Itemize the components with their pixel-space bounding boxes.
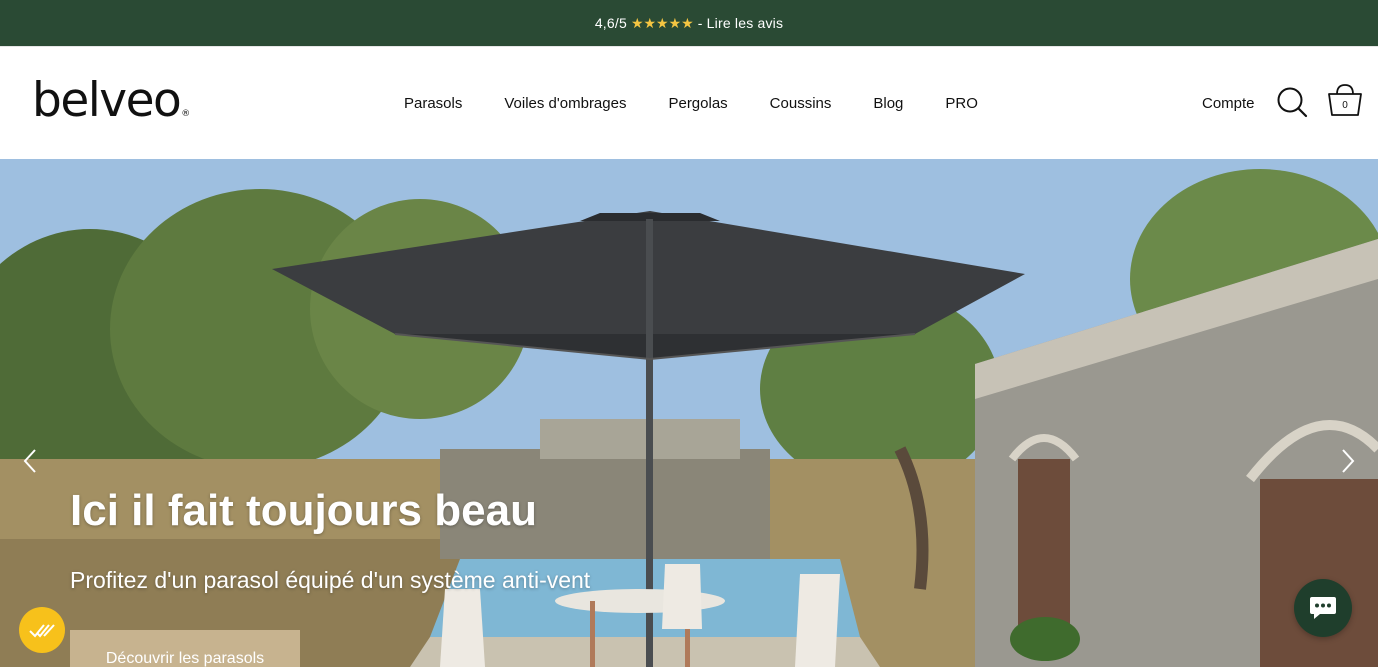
account-link[interactable]: Compte xyxy=(1202,95,1255,112)
cart-count: 0 xyxy=(1342,100,1348,111)
search-icon[interactable] xyxy=(1276,86,1308,118)
hero-subtitle: Profitez d'un parasol équipé d'un systèm… xyxy=(70,567,591,593)
hero-title: Ici il fait toujours beau xyxy=(70,486,537,535)
logo[interactable]: belveo® xyxy=(32,73,190,128)
announcement-bar[interactable]: 4,6/5 ★★★★★ - Lire les avis xyxy=(0,0,1378,46)
cart-button[interactable]: 0 xyxy=(1326,82,1364,118)
checkmarks-badge-icon xyxy=(29,624,55,638)
reviews-link[interactable]: - Lire les avis xyxy=(698,15,783,31)
rating-stars: ★★★★★ xyxy=(630,14,694,31)
chat-button[interactable] xyxy=(1294,579,1352,637)
hero-slider: Ici il fait toujours beau Profitez d'un … xyxy=(0,159,1378,667)
logo-text: belveo xyxy=(32,73,182,128)
logo-registered-mark: ® xyxy=(181,109,191,119)
accessibility-badge[interactable] xyxy=(19,607,65,653)
nav-item-coussins[interactable]: Coussins xyxy=(770,95,832,112)
chat-bubble-icon xyxy=(1310,597,1336,619)
nav-item-pro[interactable]: PRO xyxy=(945,95,978,112)
site-header: belveo® Parasols Voiles d'ombrages Pergo… xyxy=(0,46,1378,159)
discover-parasols-button[interactable]: Découvrir les parasols xyxy=(70,630,300,667)
chevron-right-icon[interactable] xyxy=(1338,447,1358,475)
rating-value: 4,6/5 xyxy=(594,15,627,31)
cart-icon: 0 xyxy=(1328,84,1362,116)
main-nav: Parasols Voiles d'ombrages Pergolas Cous… xyxy=(404,95,1020,112)
chevron-left-icon[interactable] xyxy=(20,447,40,475)
nav-item-voiles-ombrages[interactable]: Voiles d'ombrages xyxy=(504,95,626,112)
nav-item-blog[interactable]: Blog xyxy=(873,95,903,112)
nav-item-parasols[interactable]: Parasols xyxy=(404,95,462,112)
nav-item-pergolas[interactable]: Pergolas xyxy=(668,95,727,112)
